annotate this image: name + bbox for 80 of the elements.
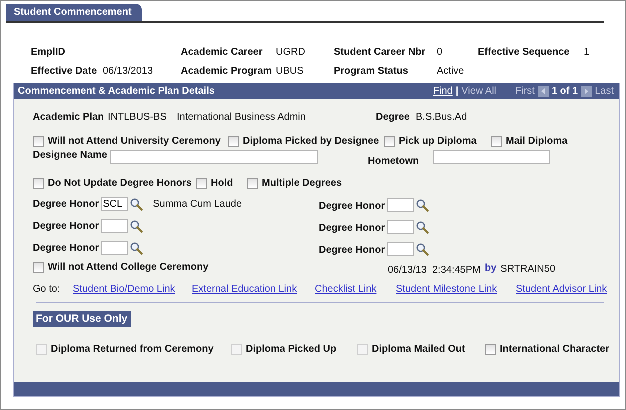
designee-name-field[interactable] [110,150,318,164]
search-icon[interactable] [130,198,144,210]
field-label: Degree Honor [33,220,100,232]
last-link[interactable]: Last [595,86,614,96]
search-icon[interactable] [416,199,430,212]
field-value: 0 [437,47,443,58]
field-value: UGRD [276,47,306,58]
goto-label: Go to: [33,284,60,294]
field-label: Academic Plan [33,112,104,122]
checkbox-label: Diploma Returned from Ceremony [51,344,214,354]
degree-honor-field[interactable]: SCL [101,197,128,211]
first-link[interactable]: First [516,86,535,96]
link[interactable]: External Education Link [192,284,298,294]
checkbox[interactable] [485,344,496,354]
checkbox-label: Diploma Picked by Designee [243,136,380,146]
checkbox-label: Hold [211,178,234,188]
timestamp: 06/13/13 2:34:45PM [388,264,482,276]
link[interactable]: Student Milestone Link [396,284,498,294]
field-value: Active [437,66,464,77]
field-label: Degree Honor [33,242,100,254]
page-tab[interactable]: Student Commencement [6,4,142,21]
checkbox-label: Mail Diploma [506,136,568,146]
search-icon[interactable] [130,220,144,232]
checkbox[interactable] [491,136,502,146]
checkbox-label: Will not Attend University Ceremony [48,136,221,146]
checkbox-label: Pick up Diploma [399,136,477,146]
field-label: Degree Honor [33,198,100,210]
checkbox-label: International Character [500,344,610,354]
section-heading: For OUR Use Only [33,311,131,327]
by-label: by [485,263,497,274]
user-id: SRTRAIN50 [500,264,556,275]
field-label: Degree Honor [319,245,386,256]
checkbox[interactable] [247,178,258,188]
field-label: Academic Program [181,66,272,77]
plan-description: International Business Admin [177,112,306,122]
panel-title: Commencement & Academic Plan Details [18,86,215,96]
degree-honor-field[interactable] [101,241,128,255]
link[interactable]: Student Bio/Demo Link [73,284,176,294]
link[interactable]: Student Advisor Link [516,284,608,294]
checkbox-label: Diploma Mailed Out [372,344,466,354]
field-value: UBUS [276,66,304,77]
field-label: Effective Sequence [478,47,570,58]
checkbox[interactable] [196,178,207,188]
checkbox-label: Multiple Degrees [262,178,342,188]
field-label: Degree Honor [319,201,386,212]
view-all-link[interactable]: View All [462,86,497,96]
degree-honor-field[interactable] [387,198,414,212]
checkbox[interactable] [33,262,44,272]
search-icon[interactable] [130,242,144,254]
field-label: Student Career Nbr [334,47,426,58]
field-label: Degree Honor [319,223,386,234]
separator: | [456,86,459,96]
field-label: Program Status [334,66,408,77]
field-value: 06/13/2013 [103,66,154,77]
field-label: Degree [376,112,410,122]
field-label: EmplID [31,47,66,58]
checkbox-label: Will not Attend College Ceremony [48,262,209,272]
degree-honor-field[interactable] [387,220,414,234]
search-icon[interactable] [416,243,430,256]
checkbox-label: Do Not Update Degree Honors [48,178,192,188]
checkbox-label: Diploma Picked Up [246,344,337,354]
plan-code: INTLBUS-BS [108,112,167,122]
degree-honor-field[interactable] [101,219,128,233]
link[interactable]: Checklist Link [315,284,377,294]
checkbox[interactable] [228,136,239,146]
checkbox[interactable] [33,178,44,188]
find-link[interactable]: Find [433,86,453,96]
search-icon[interactable] [416,221,430,234]
hometown-field[interactable] [433,150,550,164]
checkbox[interactable] [33,136,44,146]
field-label: Academic Career [181,47,263,58]
field-label: Effective Date [31,66,98,77]
degree-value: B.S.Bus.Ad [416,112,468,122]
page-count: 1 of 1 [552,86,578,96]
degree-honor-field[interactable] [387,242,414,256]
field-label: Designee Name [33,150,108,161]
field-value: 1 [584,47,590,58]
field-label: Hometown [368,156,420,167]
checkbox[interactable] [384,136,395,146]
honor-description: Summa Cum Laude [153,198,242,210]
